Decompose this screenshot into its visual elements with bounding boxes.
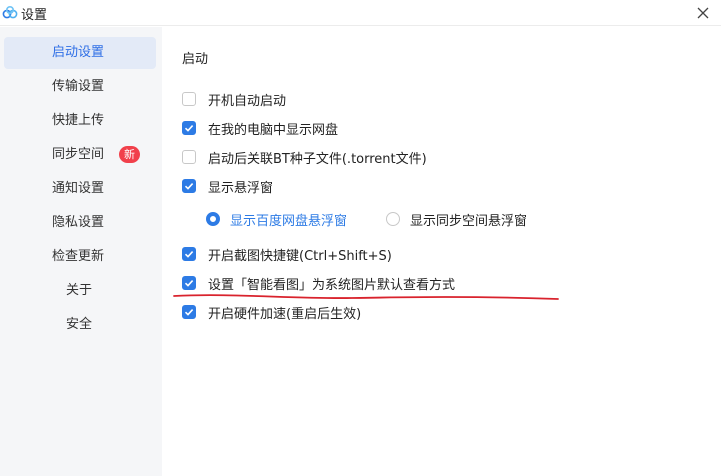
sidebar-item-about[interactable]: 关于 [4,275,156,307]
option-auto-start[interactable]: 开机自动启动 [182,89,286,109]
close-icon[interactable] [693,3,713,23]
title-bar: 设置 [0,0,721,26]
checkbox[interactable] [182,92,196,106]
option-floating-window[interactable]: 显示悬浮窗 [182,176,273,196]
sidebar-item-label: 快捷上传 [52,113,105,128]
option-label: 设置「智能看图」为系统图片默认查看方式 [208,277,456,293]
radio-button[interactable] [386,212,400,226]
option-default-image-viewer[interactable]: 设置「智能看图」为系统图片默认查看方式 [182,273,455,293]
sidebar-item-label: 隐私设置 [52,215,105,230]
settings-panel: 启动 开机自动启动 在我的电脑中显示网盘 启动后关联BT种子文件(.torren… [162,27,721,476]
radio-label: 显示百度网盘悬浮窗 [230,213,348,229]
sidebar-item-label: 传输设置 [52,79,105,94]
checkbox[interactable] [182,276,196,290]
option-label: 开启截图快捷键(Ctrl+Shift+S) [208,248,392,264]
checkbox[interactable] [182,121,196,135]
radio-label: 显示同步空间悬浮窗 [410,213,528,229]
checkmark-icon [184,125,194,132]
checkmark-icon [184,251,194,258]
option-bt-association[interactable]: 启动后关联BT种子文件(.torrent文件) [182,147,427,167]
sidebar-item-label: 关于 [66,283,93,298]
radio-button[interactable] [206,212,220,226]
section-title: 启动 [182,52,209,67]
cloud-logo-icon [2,5,18,19]
radio-baidu-float[interactable]: 显示百度网盘悬浮窗 [206,209,347,229]
checkbox[interactable] [182,247,196,261]
checkbox[interactable] [182,179,196,193]
option-show-in-my-computer[interactable]: 在我的电脑中显示网盘 [182,118,338,138]
new-badge: 新 [119,146,140,163]
checkbox[interactable] [182,150,196,164]
sidebar-item-sync-space[interactable]: 同步空间 新 [4,139,156,171]
sidebar-item-security[interactable]: 安全 [4,309,156,341]
option-label: 开机自动启动 [208,93,287,109]
option-label: 开启硬件加速(重启后生效) [208,306,362,322]
window-title: 设置 [21,8,48,23]
sidebar-item-label: 检查更新 [52,249,105,264]
sidebar-item-startup[interactable]: 启动设置 [4,37,156,69]
checkmark-icon [184,309,194,316]
sidebar: 启动设置 传输设置 快捷上传 同步空间 新 通知设置 隐私设置 检查更新 关于 … [0,27,162,476]
sidebar-item-label: 通知设置 [52,181,105,196]
sidebar-item-label: 同步空间 [52,147,105,162]
option-label: 启动后关联BT种子文件(.torrent文件) [208,151,427,167]
sidebar-item-check-update[interactable]: 检查更新 [4,241,156,273]
radio-sync-float[interactable]: 显示同步空间悬浮窗 [386,209,527,229]
sidebar-item-quick-upload[interactable]: 快捷上传 [4,105,156,137]
option-hardware-acceleration[interactable]: 开启硬件加速(重启后生效) [182,302,361,322]
option-screenshot-hotkey[interactable]: 开启截图快捷键(Ctrl+Shift+S) [182,244,392,264]
option-label: 显示悬浮窗 [208,180,274,196]
option-label: 在我的电脑中显示网盘 [208,122,339,138]
sidebar-item-transfer[interactable]: 传输设置 [4,71,156,103]
checkmark-icon [184,280,194,287]
sidebar-item-privacy[interactable]: 隐私设置 [4,207,156,239]
checkbox[interactable] [182,305,196,319]
sidebar-item-label: 启动设置 [52,45,105,60]
checkmark-icon [184,183,194,190]
sidebar-item-label: 安全 [66,317,93,332]
sidebar-item-notification[interactable]: 通知设置 [4,173,156,205]
